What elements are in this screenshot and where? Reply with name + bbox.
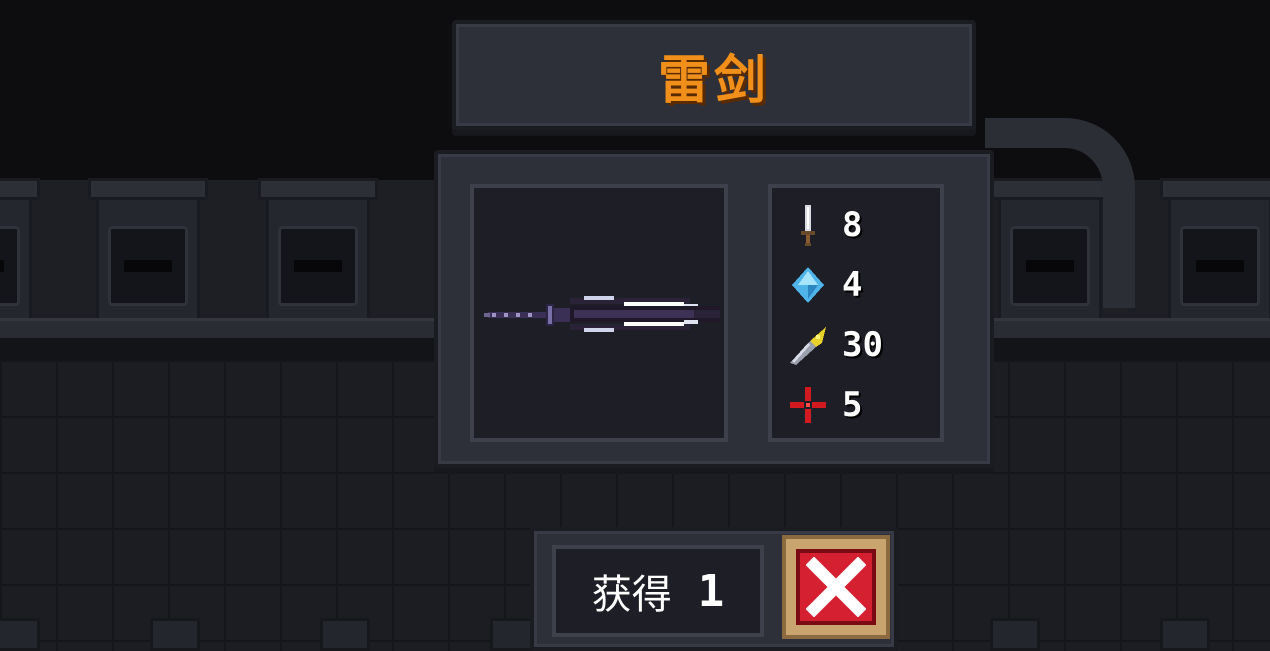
weapon-preview — [470, 184, 728, 442]
stats-list: 8 4 30 5 — [768, 184, 944, 442]
weapon-pedestal — [258, 178, 378, 318]
feather-dart-icon — [790, 327, 826, 365]
weapon-pedestal — [1160, 178, 1270, 318]
obtain-bar: 获得 1 — [530, 527, 898, 651]
stat-energy: 4 — [786, 260, 936, 310]
stat-critical: 30 — [786, 320, 936, 370]
stat-value: 5 — [842, 385, 863, 425]
stat-attack: 8 — [786, 200, 936, 250]
stat-value: 30 — [842, 325, 883, 365]
close-button-face — [796, 549, 876, 625]
item-name: 雷剑 — [657, 50, 770, 111]
crosshair-icon — [790, 387, 826, 423]
sword-icon — [801, 205, 815, 246]
weapon-pedestal — [0, 178, 40, 318]
obtain-label: 获得 — [591, 572, 672, 618]
stat-value: 8 — [842, 205, 863, 245]
item-info-panel: 8 4 30 5 — [434, 150, 994, 468]
close-button[interactable] — [782, 535, 890, 639]
obtain-button[interactable]: 获得 1 — [552, 545, 764, 637]
thunder-sword-sprite — [484, 296, 720, 332]
obtain-count: 1 — [697, 565, 725, 617]
stat-value: 4 — [842, 265, 863, 305]
close-x-icon — [806, 557, 866, 617]
crystal-icon — [792, 267, 824, 303]
item-title-panel: 雷剑 — [452, 20, 976, 130]
wall-pipe — [985, 118, 1135, 308]
stat-accuracy: 5 — [786, 380, 936, 430]
weapon-pedestal — [88, 178, 208, 318]
